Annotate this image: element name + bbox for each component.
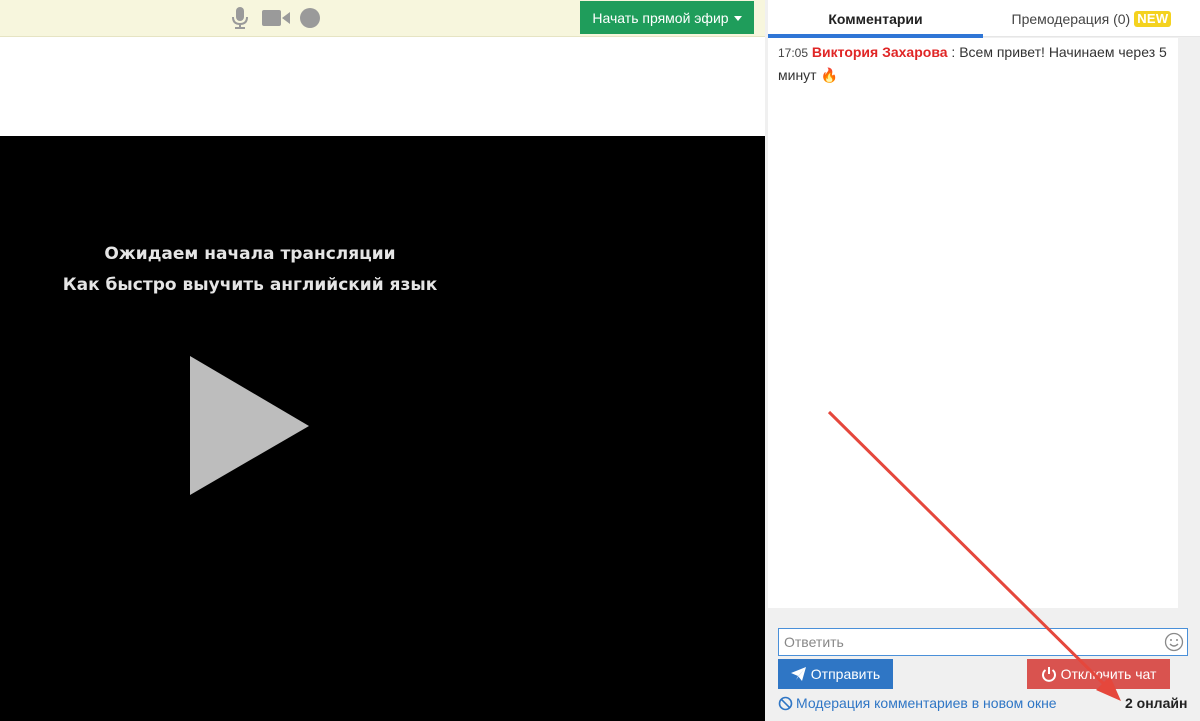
video-player[interactable]: Ожидаем начала трансляции Как быстро выу… bbox=[0, 136, 765, 721]
chat-message: 17:05 Виктория Захарова : Всем привет! Н… bbox=[778, 41, 1173, 86]
fire-emoji: 🔥 bbox=[820, 67, 838, 83]
send-button[interactable]: Отправить bbox=[778, 659, 893, 689]
message-separator: : bbox=[947, 44, 960, 60]
power-icon bbox=[1041, 667, 1056, 682]
broadcast-panel: Начать прямой эфир Ожидаем начала трансл… bbox=[0, 0, 765, 721]
video-camera-icon[interactable] bbox=[261, 6, 291, 30]
ban-icon bbox=[778, 696, 793, 710]
chat-tabs: Комментарии Премодерация (0) NEW bbox=[768, 0, 1200, 38]
broadcast-title: Как быстро выучить английский язык bbox=[62, 275, 438, 295]
tab-comments-label: Комментарии bbox=[828, 10, 923, 27]
chat-panel: Комментарии Премодерация (0) NEW 17:05 В… bbox=[765, 0, 1200, 721]
app-root: Начать прямой эфир Ожидаем начала трансл… bbox=[0, 0, 1200, 721]
waiting-text: Ожидаем начала трансляции bbox=[104, 244, 396, 264]
smile-icon[interactable] bbox=[1164, 632, 1184, 652]
caret-down-icon bbox=[733, 16, 742, 21]
tab-comments[interactable]: Комментарии bbox=[768, 0, 983, 38]
moderation-link-label: Модерация комментариев в новом окне bbox=[796, 695, 1057, 711]
message-author[interactable]: Виктория Захарова bbox=[812, 44, 948, 60]
send-label: Отправить bbox=[810, 666, 881, 682]
start-live-label: Начать прямой эфир bbox=[592, 9, 729, 26]
tab-premoderation-label: Премодерация (0) bbox=[1011, 10, 1131, 27]
online-count: 2 онлайн bbox=[1125, 695, 1188, 711]
moderation-window-link[interactable]: Модерация комментариев в новом окне bbox=[778, 693, 1057, 713]
new-badge: NEW bbox=[1134, 10, 1172, 27]
paper-plane-icon bbox=[790, 667, 806, 681]
disable-chat-button[interactable]: Отключить чат bbox=[1027, 659, 1170, 689]
reply-input[interactable] bbox=[779, 629, 1159, 655]
start-live-button[interactable]: Начать прямой эфир bbox=[580, 1, 754, 34]
message-time: 17:05 bbox=[778, 46, 809, 60]
play-icon[interactable] bbox=[190, 356, 310, 496]
reply-field bbox=[778, 628, 1188, 656]
microphone-icon[interactable] bbox=[229, 6, 251, 30]
disable-chat-label: Отключить чат bbox=[1060, 666, 1157, 682]
chat-messages: 17:05 Виктория Захарова : Всем привет! Н… bbox=[768, 38, 1178, 608]
tab-premoderation[interactable]: Премодерация (0) NEW bbox=[983, 0, 1200, 37]
record-icon[interactable] bbox=[299, 6, 321, 30]
broadcast-toolbar: Начать прямой эфир bbox=[0, 0, 765, 37]
chat-scrollbar[interactable] bbox=[1180, 38, 1197, 608]
